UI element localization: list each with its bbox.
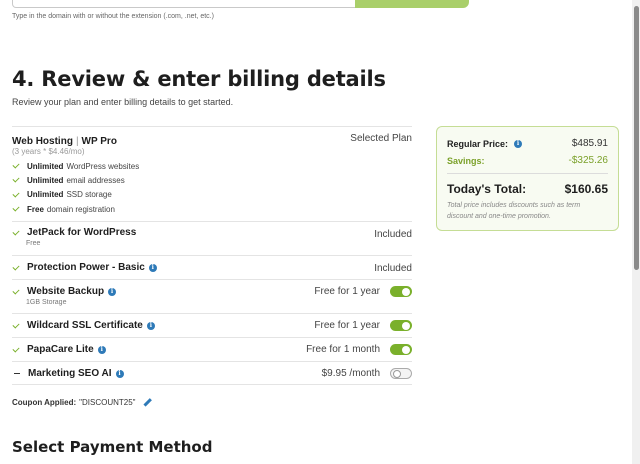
info-icon[interactable]: i (115, 369, 124, 378)
ssl-toggle[interactable] (390, 320, 412, 331)
info-icon[interactable]: i (148, 263, 157, 272)
total-label: Today's Total: (447, 182, 527, 196)
coupon-label: Coupon Applied: (12, 398, 77, 407)
feature-item: Unlimited WordPress websites (12, 159, 412, 173)
addon-row-backup: Website Backup i 1GB Storage Free for 1 y… (12, 279, 412, 313)
addon-status: Included (374, 263, 412, 274)
toggle-knob (392, 369, 401, 378)
plan-name: Web Hosting | WP Pro (12, 136, 117, 147)
check-icon (12, 175, 20, 183)
feature-text: email addresses (66, 175, 125, 185)
addon-row-seo: Marketing SEO AI i $9.95 /month (12, 361, 412, 385)
plan-product: Web Hosting (12, 136, 73, 147)
plan-header: Web Hosting | WP Pro Selected Plan (12, 126, 412, 147)
addon-title-text: Protection Power - Basic (27, 262, 145, 273)
feature-bold: Free (27, 204, 44, 214)
total-row: Today's Total: $160.65 (447, 182, 608, 196)
savings-value: -$325.26 (568, 155, 608, 166)
addon-status: Free for 1 month (306, 344, 412, 355)
check-icon (12, 204, 20, 212)
summary-divider (447, 173, 608, 174)
check-icon (12, 344, 20, 353)
addon-status: Included (374, 229, 412, 240)
info-icon[interactable]: i (108, 287, 117, 296)
feature-text: WordPress websites (66, 161, 140, 171)
feature-bold: Unlimited (27, 190, 64, 200)
summary-note: Total price includes discounts such as t… (447, 202, 581, 220)
total-value: $160.65 (564, 182, 608, 196)
addon-status-text: Free for 1 year (314, 320, 380, 331)
section-title: 4. Review & enter billing details (12, 67, 386, 91)
addon-title-text: Marketing SEO AI (28, 368, 112, 379)
toggle-knob (402, 321, 410, 330)
dash-icon (14, 372, 20, 375)
feature-item: Unlimited SSD storage (12, 188, 412, 202)
addon-title-text: Website Backup (27, 286, 105, 297)
addon-title-text: PapaCare Lite (27, 344, 94, 355)
check-icon (12, 320, 20, 329)
addon-status-text: $9.95 /month (321, 368, 380, 379)
domain-search-button[interactable] (355, 0, 469, 8)
addon-status: Free for 1 year (314, 286, 412, 297)
addon-status-text: Free for 1 month (306, 344, 380, 355)
addon-title-text: JetPack for WordPress (27, 227, 137, 238)
addon-status: Free for 1 year (314, 320, 412, 331)
addon-status-text: Included (374, 229, 412, 240)
feature-bold: Unlimited (27, 175, 64, 185)
addon-title: Protection Power - Basic i (12, 256, 412, 273)
check-icon (12, 286, 20, 295)
info-icon[interactable]: i (146, 321, 155, 330)
addon-row-papacare: PapaCare Lite i Free for 1 month (12, 337, 412, 361)
addon-list: JetPack for WordPress Free Included Prot… (12, 221, 412, 385)
toggle-knob (402, 345, 410, 354)
feature-item: Free domain registration (12, 202, 412, 216)
addon-status-text: Included (374, 263, 412, 274)
info-icon[interactable]: i (97, 345, 106, 354)
plan-price-note: (3 years * $4.46/mo) (12, 147, 85, 156)
coupon-code: "DISCOUNT25" (79, 398, 136, 407)
check-icon (12, 262, 20, 271)
info-icon[interactable]: i (514, 139, 523, 148)
domain-hint: Type in the domain with or without the e… (12, 13, 214, 20)
regular-price-row: Regular Price: i $485.91 (447, 138, 608, 149)
seo-toggle[interactable] (390, 368, 412, 379)
savings-row: Savings: -$325.26 (447, 155, 608, 166)
addon-status-text: Free for 1 year (314, 286, 380, 297)
toggle-knob (402, 287, 410, 296)
regular-price-label: Regular Price: (447, 138, 509, 149)
plan-summary: Web Hosting | WP Pro Selected Plan (3 year… (12, 126, 412, 216)
savings-label: Savings: (447, 155, 485, 166)
feature-bold: Unlimited (27, 161, 64, 171)
payment-method-title: Select Payment Method (12, 438, 213, 456)
selected-plan-label: Selected Plan (350, 133, 412, 144)
check-icon (12, 190, 20, 198)
plan-tier: WP Pro (81, 136, 117, 147)
regular-price-label-wrap: Regular Price: i (447, 138, 523, 149)
addon-status: $9.95 /month (322, 368, 412, 379)
check-icon (12, 227, 20, 236)
page-scrollbar[interactable] (632, 0, 640, 464)
addon-row-jetpack: JetPack for WordPress Free Included (12, 221, 412, 255)
regular-price-value: $485.91 (571, 138, 608, 149)
plan-separator: | (75, 136, 79, 147)
addon-row-ssl: Wildcard SSL Certificate i Free for 1 yea… (12, 313, 412, 337)
feature-text: SSD storage (66, 190, 112, 200)
feature-text: domain registration (46, 204, 115, 214)
addon-subtext: 1GB Storage (26, 299, 67, 306)
addon-row-protection: Protection Power - Basic i Included (12, 255, 412, 279)
feature-item: Unlimited email addresses (12, 173, 412, 187)
scrollbar-thumb[interactable] (634, 6, 639, 270)
price-summary-card: Regular Price: i $485.91 Savings: -$325.2… (436, 126, 619, 231)
section-subtitle: Review your plan and enter billing detai… (12, 97, 234, 107)
addon-title-text: Wildcard SSL Certificate (27, 320, 143, 331)
backup-toggle[interactable] (390, 286, 412, 297)
pencil-icon[interactable] (142, 398, 152, 407)
papacare-toggle[interactable] (390, 344, 412, 355)
check-icon (12, 161, 20, 169)
addon-subtext: Free (26, 240, 41, 247)
domain-input[interactable] (12, 0, 356, 8)
coupon-applied: Coupon Applied: "DISCOUNT25" (12, 398, 152, 407)
addon-title: JetPack for WordPress (12, 222, 412, 238)
